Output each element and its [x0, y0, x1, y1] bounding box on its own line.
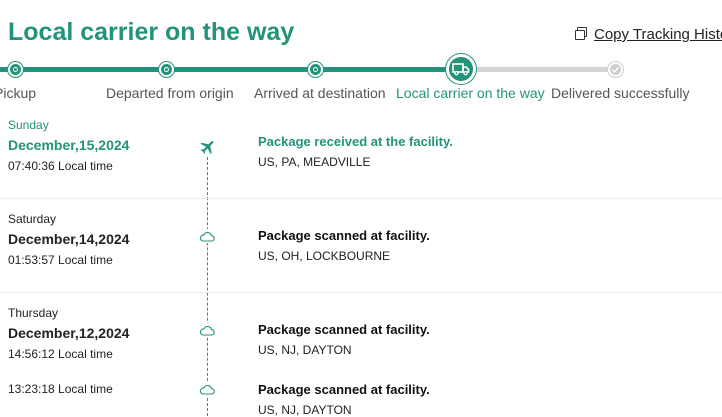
timeline-line: [207, 152, 208, 416]
event-description: Package scanned at facility.: [258, 228, 430, 243]
event-description: Package scanned at facility.: [258, 382, 430, 397]
event-date: December,15,2024: [8, 137, 130, 153]
cloud-icon: [199, 323, 215, 337]
step-delivered-icon: [608, 62, 623, 77]
delivery-truck-icon: [446, 54, 476, 84]
step-pickup-icon: [8, 62, 23, 77]
cloud-icon: [199, 229, 215, 243]
event-description: Package received at the facility.: [258, 134, 453, 149]
step-label-local-carrier: Local carrier on the way: [396, 85, 545, 101]
copy-tracking-history-label: Copy Tracking History: [594, 26, 722, 43]
airplane-icon: [199, 138, 217, 156]
event-location: US, PA, MEADVILLE: [258, 155, 371, 169]
step-arrived-icon: [308, 62, 323, 77]
event-day: Saturday: [8, 212, 57, 226]
copy-tracking-history-link[interactable]: Copy Tracking History: [575, 26, 722, 43]
step-label-arrived: Arrived at destination: [254, 85, 386, 101]
event-divider: [0, 198, 722, 199]
event-date: December,12,2024: [8, 325, 130, 341]
progress-bar-remaining: [461, 67, 616, 72]
event-location: US, NJ, DAYTON: [258, 343, 352, 357]
event-time: 14:56:12 Local time: [8, 347, 113, 361]
page-title: Local carrier on the way: [8, 18, 295, 46]
progress-tracker: Pickup Departed from origin Arrived at d…: [0, 54, 722, 101]
step-departed-icon: [159, 62, 174, 77]
step-label-departed: Departed from origin: [106, 85, 234, 101]
event-day: Thursday: [8, 306, 59, 320]
event-date: December,14,2024: [8, 231, 130, 247]
event-location: US, OH, LOCKBOURNE: [258, 249, 391, 263]
progress-bar-completed: [0, 67, 461, 72]
step-label-pickup: Pickup: [0, 85, 37, 101]
cloud-icon: [199, 382, 215, 396]
event-location: US, NJ, DAYTON: [258, 403, 352, 417]
event-time: 07:40:36 Local time: [8, 159, 113, 173]
event-day: Sunday: [8, 118, 49, 132]
event-divider: [0, 292, 722, 293]
event-description: Package scanned at facility.: [258, 322, 430, 337]
copy-icon: [575, 27, 588, 40]
step-label-delivered: Delivered successfully: [551, 85, 690, 101]
event-time: 13:23:18 Local time: [8, 382, 113, 396]
event-time: 01:53:57 Local time: [8, 253, 113, 267]
